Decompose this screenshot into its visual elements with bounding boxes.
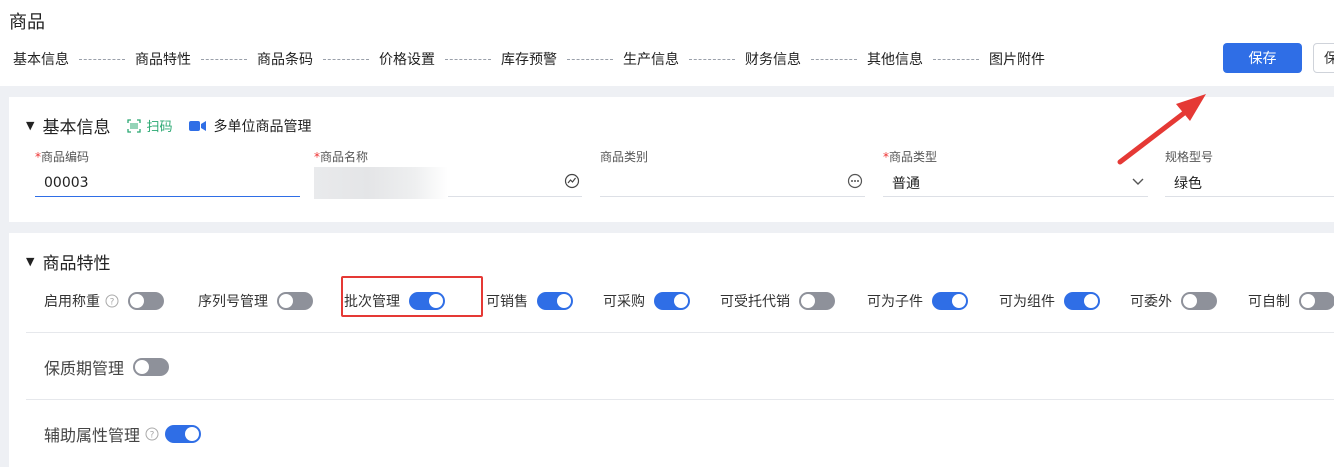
features-header: ▼ 商品特性 [26,249,110,274]
save-and-new-button[interactable]: 保 [1313,43,1334,73]
help-icon[interactable]: ? [145,427,159,441]
scan-button[interactable]: 扫码 [127,116,172,135]
section-nav: 基本信息 商品特性 商品条码 价格设置 库存预警 生产信息 财务信息 其他信息 … [13,49,1045,69]
field-label-product-code: 商品编码 [41,150,90,164]
feature-consignment: 可受托代销 [720,290,835,312]
nav-step-production[interactable]: 生产信息 [623,49,679,69]
feature-serial-number: 序列号管理 [198,290,313,312]
redacted-area [314,167,448,199]
basic-info-title: 基本信息 [42,118,111,138]
feature-purchasable: 可采购 [603,290,690,312]
page-title: 商品 [9,12,45,33]
field-label-product-category: 商品类别 [600,150,649,164]
annotation-highlight-box [341,276,483,317]
sellable-toggle[interactable] [537,292,573,310]
field-product-category: 商品类别 [600,149,865,199]
scan-barcode-icon [127,118,142,133]
shelf-life-toggle[interactable] [133,358,170,376]
aux-attr-toggle[interactable] [165,425,202,443]
features-card: ▼ 商品特性 启用称重 ? 序列号管理 批次管理 可销售 可采购 可受托代销 可… [9,233,1334,467]
consignment-toggle[interactable] [799,292,835,310]
nav-step-connector [445,58,491,60]
field-product-name: *商品名称 [314,149,582,199]
serial-number-toggle[interactable] [277,292,313,310]
collapse-triangle-icon[interactable]: ▼ [26,119,34,132]
feature-aux-attributes: 辅助属性管理 ? [44,423,202,445]
nav-step-finance[interactable]: 财务信息 [745,49,801,69]
page-header: 商品 基本信息 商品特性 商品条码 价格设置 库存预警 生产信息 财务信息 其他… [0,0,1334,86]
nav-step-connector [79,58,125,60]
product-type-select[interactable]: 普通 [883,169,1148,197]
feature-sellable: 可销售 [486,290,573,312]
field-label-product-name: 商品名称 [320,150,369,164]
product-code-input[interactable]: 00003 [35,169,300,197]
feature-sub-part: 可为子件 [867,290,968,312]
svg-text:?: ? [110,298,115,308]
nav-step-attachments[interactable]: 图片附件 [989,49,1045,69]
nav-step-connector [323,58,369,60]
spec-model-input[interactable]: 绿色 [1165,169,1334,197]
self-made-toggle[interactable] [1299,292,1334,310]
annotation-arrow-icon [1117,94,1206,165]
nav-step-connector [933,58,979,60]
nav-step-connector [811,58,857,60]
basic-info-header: ▼ 基本信息 扫码 多单位商品管理 [26,113,311,138]
nav-step-connector [201,58,247,60]
nav-step-barcode[interactable]: 商品条码 [257,49,313,69]
purchasable-toggle[interactable] [654,292,690,310]
feature-weighing: 启用称重 ? [44,290,164,312]
scan-label: 扫码 [146,120,173,135]
nav-step-features[interactable]: 商品特性 [135,49,191,69]
svg-text:?: ? [150,431,155,441]
translate-icon[interactable] [564,173,580,189]
divider [26,332,1334,333]
collapse-triangle-icon[interactable]: ▼ [26,255,34,268]
video-icon [189,120,207,131]
divider [26,399,1334,400]
feature-self-made: 可自制 [1248,290,1334,312]
product-category-input[interactable] [600,169,865,197]
chevron-down-icon[interactable] [1130,173,1146,189]
nav-step-price[interactable]: 价格设置 [379,49,435,69]
nav-step-connector [689,58,735,60]
field-label-product-type: 商品类型 [889,150,938,164]
nav-step-basic-info[interactable]: 基本信息 [13,49,69,69]
field-product-code: *商品编码 00003 [35,149,300,199]
component-toggle[interactable] [1064,292,1100,310]
help-icon[interactable]: ? [105,294,119,308]
feature-component: 可为组件 [999,290,1100,312]
sub-part-toggle[interactable] [932,292,968,310]
weighing-toggle[interactable] [128,292,164,310]
field-product-type: *商品类型 普通 [883,149,1148,199]
shelf-life-label: 保质期管理 [44,359,125,378]
feature-shelf-life: 保质期管理 [44,356,170,378]
outsourced-toggle[interactable] [1181,292,1217,310]
multi-unit-button[interactable]: 多单位商品管理 [189,116,311,136]
more-options-icon[interactable] [847,173,863,189]
multi-unit-label: 多单位商品管理 [213,118,312,135]
nav-step-connector [567,58,613,60]
features-title: 商品特性 [42,254,111,274]
aux-attr-label: 辅助属性管理 [44,426,141,445]
nav-step-other[interactable]: 其他信息 [867,49,923,69]
feature-outsourced: 可委外 [1130,290,1217,312]
nav-step-stock-alert[interactable]: 库存预警 [501,49,557,69]
save-button[interactable]: 保存 [1223,43,1302,73]
